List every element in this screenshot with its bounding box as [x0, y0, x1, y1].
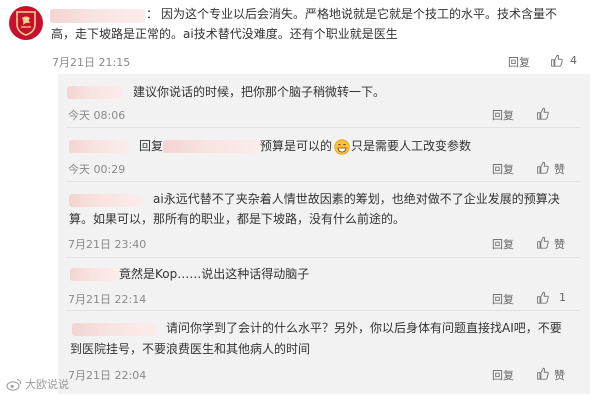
reply-button[interactable]: 回复 — [492, 161, 514, 177]
thumb-up-icon[interactable] — [536, 367, 549, 380]
thumb-up-icon[interactable] — [536, 291, 549, 304]
reply-text-line2: 到医院挂号，不要浪费医生和其他病人的时间 — [70, 342, 311, 356]
weibo-logo-icon — [6, 378, 22, 391]
reply-button[interactable]: 回复 — [492, 291, 514, 307]
like-label[interactable]: 赞 — [554, 161, 565, 177]
reply-username[interactable] — [69, 140, 129, 153]
liverpool-crest-icon — [16, 11, 36, 36]
comment-colon: ： — [146, 7, 159, 21]
reply-time: 今天 08:06 — [68, 109, 126, 122]
reply-button[interactable]: 回复 — [508, 54, 530, 70]
grin-emoji-icon — [334, 139, 350, 155]
reply-text-line1: ai永远代替不了夹杂着人情世故因素的筹划，也绝对做不了企业发展的预算决 — [153, 192, 560, 206]
reply-time: 7月21日 22:04 — [68, 369, 147, 382]
divider — [66, 257, 580, 258]
reply-text-line1: 请问你学到了会计的什么水平？另外，你以后身体有问题直接找AI吧，不要 — [166, 321, 562, 335]
reply-button[interactable]: 回复 — [492, 107, 514, 123]
comment-text-line1: 因为这个专业以后会消失。严格地说就是它就是个技工的水平。技术含量不 — [161, 7, 558, 21]
like-count: 1 — [559, 291, 566, 304]
replied-username[interactable] — [163, 140, 259, 153]
reply-text-line1: 建议你说话的时候，把你那个脑子稍微转一下。 — [133, 85, 386, 99]
reply-time: 7月21日 23:40 — [68, 238, 147, 251]
like-count: 4 — [570, 54, 577, 67]
reply-prefix: 回复 — [139, 139, 164, 153]
reply-button[interactable]: 回复 — [492, 236, 514, 252]
thumb-up-icon[interactable] — [536, 236, 549, 249]
reply-text-end: 只是需要人工改变参数 — [351, 139, 472, 153]
divider — [66, 127, 580, 128]
divider — [66, 181, 580, 182]
reply-username[interactable] — [69, 194, 143, 207]
comment-text-line2: 高，走下坡路是正常的。ai技术替代没难度。还有个职业就是医生 — [51, 27, 398, 41]
reply-time: 今天 00:29 — [68, 163, 126, 176]
thumb-up-icon[interactable] — [536, 161, 549, 174]
reply-text-middle: 预算是可以的 — [260, 139, 333, 153]
thumb-up-icon[interactable] — [550, 54, 563, 67]
comment-time: 7月21日 21:15 — [52, 56, 131, 69]
watermark: 大欧说说 — [6, 376, 69, 392]
reply-username[interactable] — [72, 323, 156, 336]
watermark-text: 大欧说说 — [25, 378, 69, 391]
username[interactable] — [50, 9, 145, 23]
reply-button[interactable]: 回复 — [492, 367, 514, 383]
like-label[interactable]: 赞 — [554, 367, 565, 383]
main-comment: ： 因为这个专业以后会消失。严格地说就是它就是个技工的水平。技术含量不 高，走下… — [0, 0, 598, 73]
like-label[interactable]: 赞 — [554, 236, 565, 252]
reply-username[interactable] — [67, 86, 123, 99]
reply-username[interactable] — [70, 268, 118, 281]
reply-text-line2: 算。如果可以，那所有的职业，都是下坡路，没有什么前途的。 — [69, 212, 406, 226]
reply-time: 7月21日 22:14 — [68, 293, 147, 306]
thumb-up-icon[interactable] — [536, 107, 549, 120]
avatar[interactable] — [9, 6, 43, 40]
reply-text-line1: 竟然是Kop……说出这种话得动脑子 — [119, 267, 310, 281]
divider — [66, 310, 580, 311]
